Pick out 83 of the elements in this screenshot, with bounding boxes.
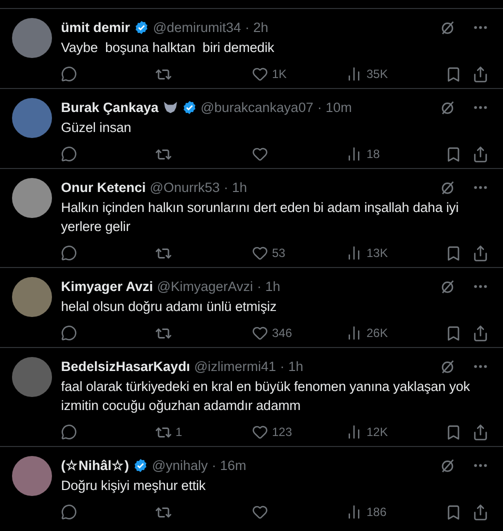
- user-name[interactable]: Onur Ketenci: [61, 180, 146, 194]
- tweet-card[interactable]: (☆Nihâl☆) @ynihaly · 16m Doğru kişiyi meşhur ettik 186: [0, 446, 503, 526]
- user-handle[interactable]: @ynihaly: [152, 458, 208, 472]
- user-handle[interactable]: @demirumit34: [153, 20, 241, 34]
- avatar[interactable]: [12, 18, 52, 58]
- like-count: 53: [272, 246, 286, 260]
- user-name[interactable]: (☆Nihâl☆): [61, 457, 129, 473]
- retweet-count: 1: [176, 425, 182, 439]
- views-icon[interactable]: [346, 424, 362, 440]
- bookmark-icon[interactable]: [445, 324, 462, 342]
- user-handle[interactable]: @burakcankaya07: [200, 100, 314, 114]
- bookmark-icon[interactable]: [445, 66, 462, 82]
- views-icon[interactable]: [346, 146, 362, 162]
- slashed-circle-icon[interactable]: [439, 18, 456, 36]
- tweet-text: Doğru kişiyi meşhur ettik: [61, 477, 207, 495]
- tweet-time[interactable]: · 1h: [224, 180, 248, 194]
- tweet-time[interactable]: · 16m: [212, 458, 246, 472]
- tweet-card[interactable]: BedelsizHasarKaydı @izlimermi41 · 1h faal olarak türkiyedeki en kral en büyük fenomen yanına yaklaşan yok izmitin cocuğu oğuzhan adamdır adamm 1 123 12K: [0, 347, 503, 446]
- avatar[interactable]: [12, 357, 52, 397]
- tweet-text: faal olarak türkiyedeki en kral en büyük fenomen yanına yaklaşan yok izmitin cocuğu oğuzhan adamdır adamm: [61, 378, 471, 415]
- view-count: 18: [366, 147, 380, 161]
- like-count: 346: [272, 326, 292, 340]
- reply-icon[interactable]: [61, 325, 77, 341]
- user-handle[interactable]: @izlimermi41: [194, 358, 276, 374]
- avatar[interactable]: [12, 456, 52, 496]
- avatar[interactable]: [12, 98, 52, 138]
- tweet-time[interactable]: · 1h: [257, 278, 280, 294]
- slashed-circle-icon[interactable]: [439, 358, 456, 374]
- bookmark-icon[interactable]: [445, 146, 462, 162]
- bookmark-icon[interactable]: [445, 424, 462, 440]
- like-count: 123: [272, 425, 292, 439]
- share-icon[interactable]: [472, 504, 489, 520]
- like-icon[interactable]: [252, 325, 268, 341]
- user-handle[interactable]: @KimyagerAvzi: [157, 278, 254, 294]
- view-count: 186: [366, 505, 386, 519]
- tweet-time[interactable]: · 2h: [245, 20, 268, 34]
- bookmark-icon[interactable]: [445, 244, 462, 262]
- view-count: 35K: [366, 67, 388, 81]
- tweet-card[interactable]: Burak Çankaya @burakcankaya07 · 10m Güzel insan 18: [0, 88, 503, 168]
- share-icon[interactable]: [472, 324, 489, 342]
- like-count: 1K: [272, 67, 287, 81]
- share-icon[interactable]: [472, 66, 489, 82]
- user-name[interactable]: BedelsizHasarKaydı: [61, 358, 190, 374]
- tweet-text: helal olsun doğru adamı ünlü etmişiz: [61, 298, 278, 316]
- reply-icon[interactable]: [61, 424, 77, 440]
- user-name[interactable]: Burak Çankaya: [61, 100, 159, 114]
- bookmark-icon[interactable]: [445, 504, 462, 520]
- like-icon[interactable]: [252, 424, 268, 440]
- slashed-circle-icon[interactable]: [439, 278, 456, 294]
- share-icon[interactable]: [472, 146, 489, 162]
- user-name[interactable]: ümit demir: [61, 20, 130, 34]
- tweet-card[interactable]: Kimyager Avzi @KimyagerAvzi · 1h helal olsun doğru adamı ünlü etmişiz 346 26K: [0, 267, 503, 347]
- share-icon[interactable]: [472, 244, 489, 262]
- views-icon[interactable]: [346, 504, 362, 520]
- slashed-circle-icon[interactable]: [439, 98, 456, 116]
- slashed-circle-icon[interactable]: [439, 178, 456, 196]
- reply-icon[interactable]: [61, 146, 77, 162]
- tweet-card[interactable]: Onur Ketenci @Onurrk53 · 1h Halkın içinden halkın sorunlarını dert eden bi adam inşallah daha iyi yerlere gelir 53 13K: [0, 168, 503, 267]
- avatar[interactable]: [12, 277, 52, 317]
- like-icon[interactable]: [252, 146, 268, 162]
- views-icon[interactable]: [346, 66, 362, 82]
- tweet-text: Vaybe boşuna halktan biri demedik: [61, 39, 276, 57]
- reply-icon[interactable]: [61, 504, 77, 520]
- tweet-card[interactable]: ümit demir @demirumit34 · 2h Vaybe boşuna halktan biri demedik 1K 35K: [0, 8, 503, 88]
- views-icon[interactable]: [346, 325, 362, 341]
- view-count: 13K: [366, 246, 388, 260]
- reply-icon[interactable]: [61, 66, 77, 82]
- like-icon[interactable]: [252, 245, 268, 261]
- user-handle[interactable]: @Onurrk53: [150, 180, 220, 194]
- like-icon[interactable]: [252, 504, 268, 520]
- tweet-time[interactable]: · 10m: [317, 100, 352, 114]
- like-icon[interactable]: [252, 66, 268, 82]
- view-count: 12K: [366, 425, 388, 439]
- slashed-circle-icon[interactable]: [439, 456, 456, 474]
- views-icon[interactable]: [346, 245, 362, 261]
- avatar[interactable]: [12, 178, 52, 218]
- view-count: 26K: [366, 326, 388, 340]
- share-icon[interactable]: [472, 424, 489, 440]
- reply-icon[interactable]: [61, 245, 77, 261]
- tweet-text: Güzel insan: [61, 119, 132, 137]
- user-name[interactable]: Kimyager Avzi: [61, 278, 154, 294]
- tweet-text: Halkın içinden halkın sorunlarını dert eden bi adam inşallah daha iyi yerlere gelir: [61, 199, 460, 236]
- tweet-time[interactable]: · 1h: [280, 358, 304, 374]
